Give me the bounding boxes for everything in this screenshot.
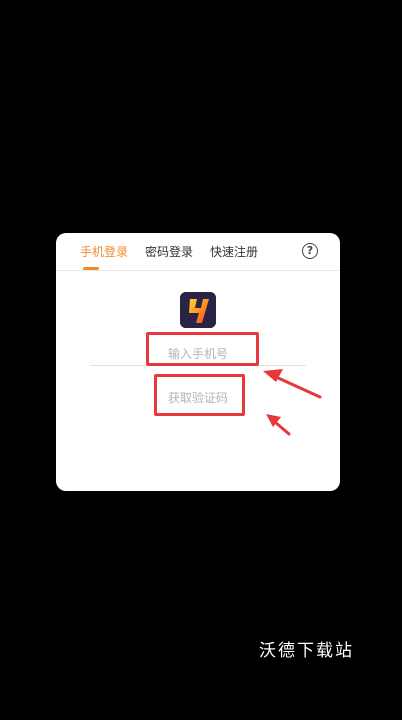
screen: 手机登录 密码登录 快速注册 ? 获取验证码	[0, 0, 402, 720]
annotation-arrows	[263, 369, 322, 436]
arrow-to-get-code	[266, 414, 291, 436]
arrow-to-phone-input	[263, 369, 322, 399]
watermark-text: 沃德下载站	[259, 641, 354, 661]
